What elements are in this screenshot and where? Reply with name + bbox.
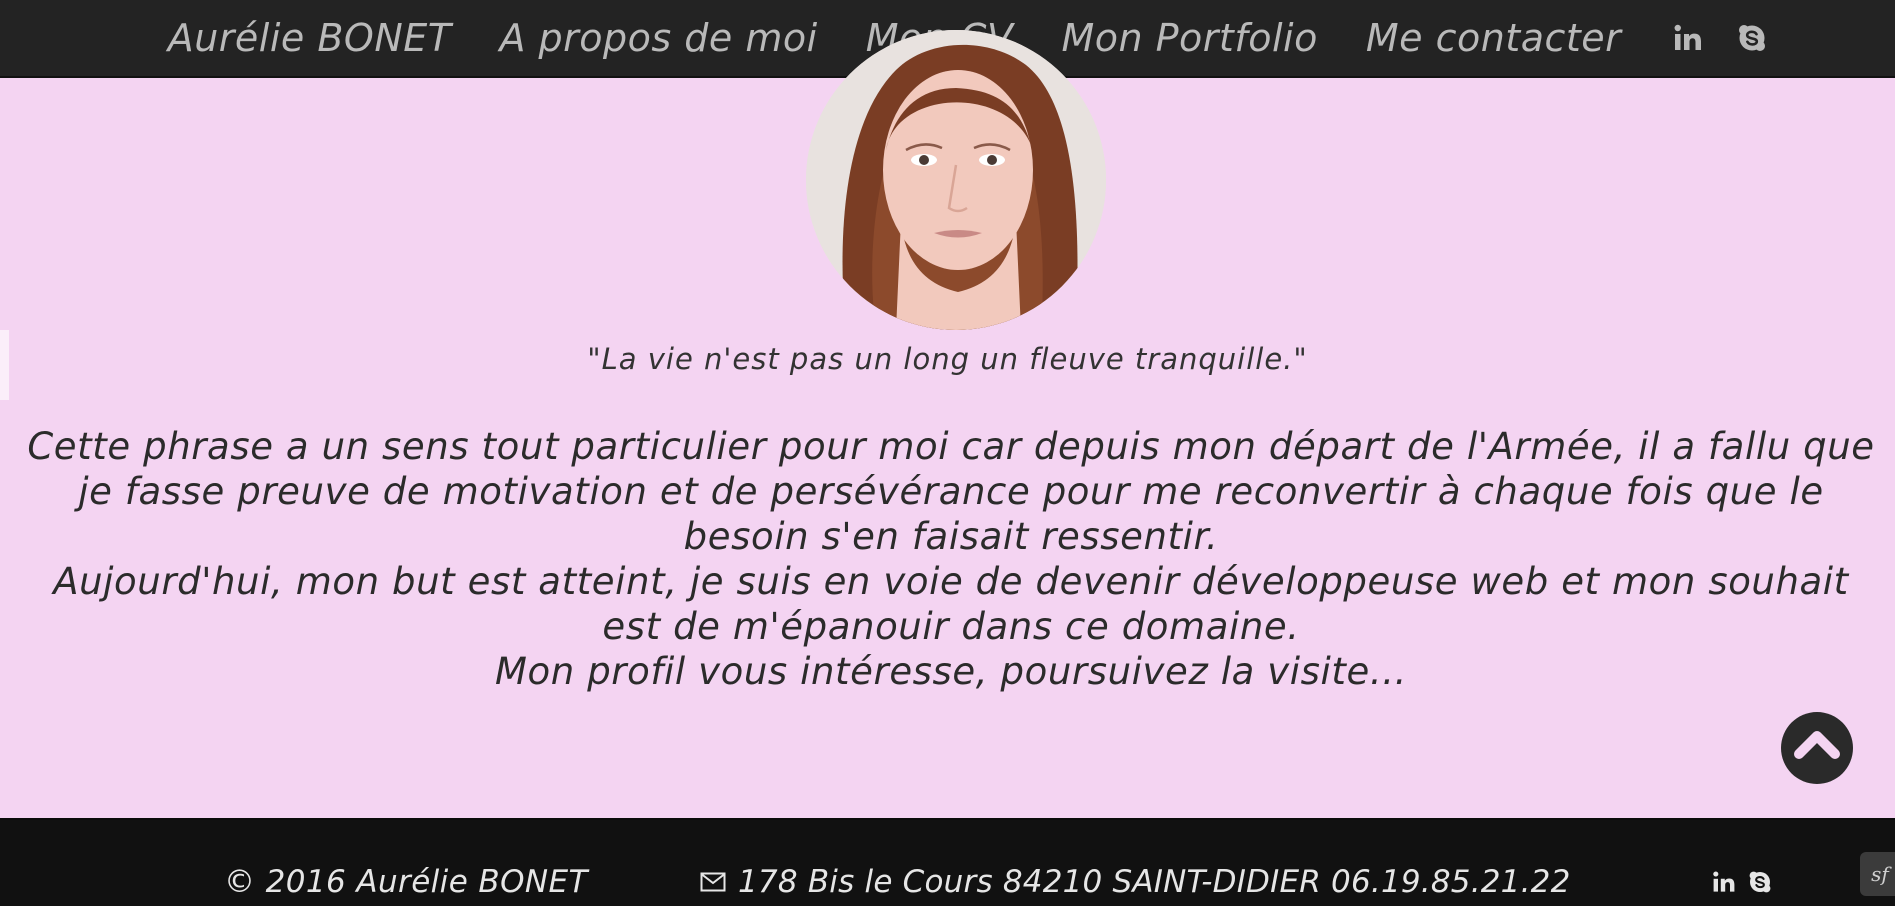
envelope-icon	[700, 864, 726, 900]
nav-brand-link[interactable]: Aurélie BONET	[168, 16, 452, 60]
skype-icon[interactable]	[1748, 870, 1772, 894]
footer-address-text: 178 Bis le Cours 84210 SAINT-DIDIER 06.1…	[738, 864, 1571, 900]
symfony-icon: sf	[1871, 862, 1889, 886]
profile-quote: "La vie n'est pas un long un fleuve tran…	[587, 342, 1308, 376]
intro-text: Cette phrase a un sens tout particulier …	[20, 424, 1882, 694]
intro-paragraph-1: Cette phrase a un sens tout particulier …	[27, 425, 1875, 558]
nav-link-portfolio[interactable]: Mon Portfolio	[1061, 16, 1317, 60]
nav-link-about[interactable]: A propos de moi	[499, 16, 817, 60]
footer-copyright: © 2016 Aurélie BONET	[224, 864, 588, 900]
intro-paragraph-2: Aujourd'hui, mon but est atteint, je sui…	[53, 560, 1849, 648]
chevron-up-icon	[1793, 722, 1841, 774]
skype-icon[interactable]	[1737, 23, 1767, 53]
intro-paragraph-3: Mon profil vous intéresse, poursuivez la…	[495, 650, 1407, 693]
footer-address: 178 Bis le Cours 84210 SAINT-DIDIER 06.1…	[700, 864, 1571, 900]
footer-social-icons	[1712, 870, 1772, 894]
symfony-toolbar-badge[interactable]: sf	[1860, 852, 1895, 896]
linkedin-icon[interactable]	[1673, 23, 1703, 53]
nav-social-icons	[1673, 23, 1767, 53]
linkedin-icon[interactable]	[1712, 870, 1736, 894]
scroll-to-top-button[interactable]	[1781, 712, 1853, 784]
page-footer: © 2016 Aurélie BONET 178 Bis le Cours 84…	[0, 818, 1895, 906]
nav-link-contact[interactable]: Me contacter	[1366, 16, 1621, 60]
profile-photo	[806, 30, 1106, 330]
